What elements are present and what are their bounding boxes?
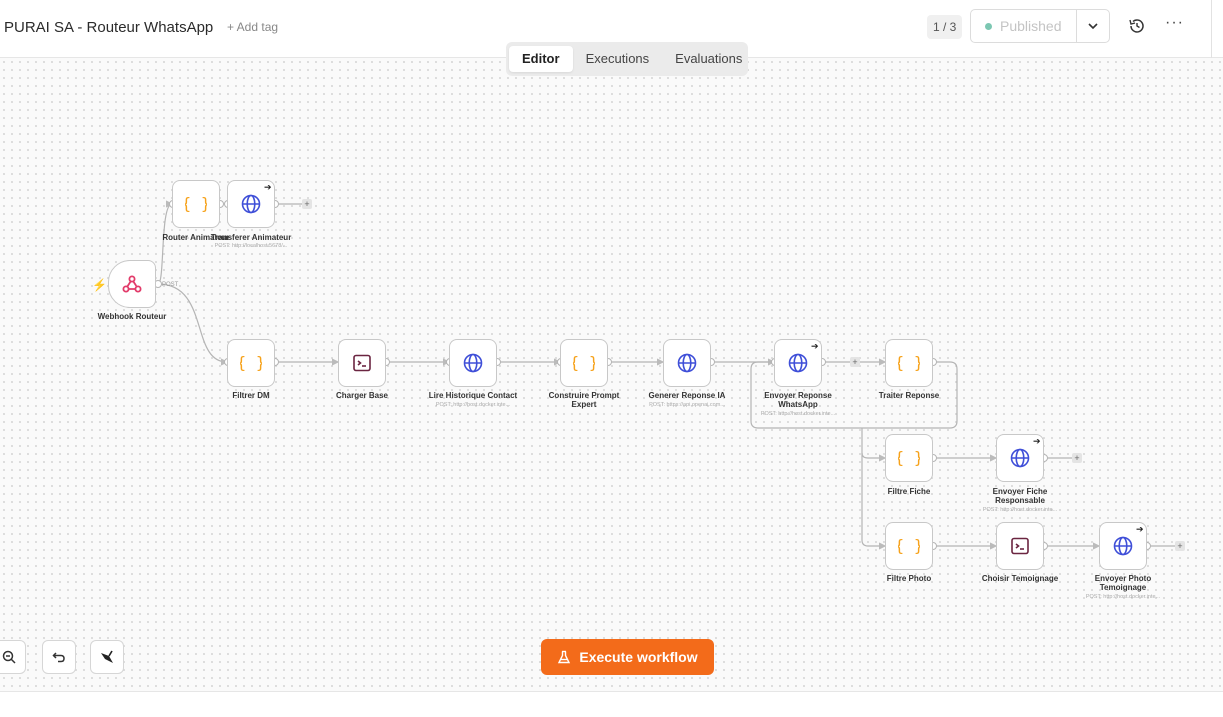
node-label: Envoyer Reponse WhatsApp bbox=[764, 391, 832, 409]
node-subtitle: POST: http://host.docker.inte... bbox=[435, 402, 511, 408]
code-braces-icon: { } bbox=[898, 353, 920, 372]
node-construire-prompt-expert[interactable]: { } bbox=[560, 339, 608, 387]
node-label: Filtre Fiche bbox=[887, 487, 931, 496]
zoom-out-icon bbox=[2, 650, 16, 664]
node-label: Envoyer Fiche Responsable bbox=[992, 487, 1048, 505]
node-webhook-routeur[interactable] bbox=[108, 260, 156, 308]
node-traiter-reponse[interactable]: { } bbox=[885, 339, 933, 387]
node-subtitle: POST: http://host.docker.inte... bbox=[982, 507, 1058, 513]
terminal-icon bbox=[353, 354, 371, 372]
code-braces-icon: { } bbox=[573, 353, 595, 372]
wire-branch-fiche bbox=[861, 452, 887, 462]
node-subtitle: POST: https://api.openai.com... bbox=[649, 402, 725, 408]
send-arrow-icon: ➔ bbox=[264, 182, 272, 192]
svg-text:{ }: { } bbox=[898, 448, 920, 467]
connection-wires: + + + + bbox=[154, 199, 1185, 551]
tab-evaluations[interactable]: Evaluations bbox=[662, 46, 755, 72]
node-subtitle: POST: http://host.docker.inte... bbox=[1085, 594, 1161, 600]
send-arrow-icon: ➔ bbox=[811, 341, 819, 351]
flask-icon bbox=[558, 650, 571, 664]
tab-editor[interactable]: Editor bbox=[509, 46, 573, 72]
tidy-broom-icon bbox=[101, 650, 113, 663]
tidy-up-button[interactable] bbox=[90, 640, 124, 674]
node-label: Generer Reponse IA bbox=[648, 391, 726, 400]
node-charger-base[interactable] bbox=[338, 339, 386, 387]
node-generer-reponse-ia[interactable] bbox=[663, 339, 711, 387]
plus-icon: + bbox=[1074, 453, 1079, 463]
terminal-icon bbox=[1011, 537, 1029, 555]
tab-executions[interactable]: Executions bbox=[573, 46, 663, 72]
node-label: Construire Prompt Expert bbox=[548, 391, 620, 409]
execute-label: Execute workflow bbox=[579, 649, 698, 665]
plus-icon: + bbox=[852, 357, 857, 367]
code-braces-icon: { } bbox=[240, 353, 262, 372]
svg-text:{ }: { } bbox=[573, 353, 595, 372]
node-lire-historique-contact[interactable] bbox=[449, 339, 497, 387]
globe-icon bbox=[463, 353, 483, 373]
node-label: Filtre Photo bbox=[886, 574, 932, 583]
node-label: Filtrer DM bbox=[232, 391, 270, 400]
node-label: Webhook Routeur bbox=[97, 312, 167, 321]
svg-text:{ }: { } bbox=[185, 194, 207, 213]
code-braces-icon: { } bbox=[898, 536, 920, 555]
globe-icon bbox=[1010, 448, 1030, 468]
svg-text:{ }: { } bbox=[898, 536, 920, 555]
code-braces-icon: { } bbox=[185, 194, 207, 213]
svg-text:{ }: { } bbox=[240, 353, 262, 372]
wire-webhook-router bbox=[157, 200, 174, 285]
node-label: Charger Base bbox=[335, 391, 389, 400]
globe-icon bbox=[677, 353, 697, 373]
trigger-bolt-icon: ⚡ bbox=[92, 278, 107, 292]
plus-icon: + bbox=[1177, 541, 1182, 551]
undo-button[interactable] bbox=[42, 640, 76, 674]
zoom-out-button[interactable] bbox=[0, 640, 26, 674]
globe-icon bbox=[788, 353, 808, 373]
undo-icon bbox=[52, 652, 65, 663]
code-braces-icon: { } bbox=[898, 448, 920, 467]
node-label: Envoyer Photo Temoignage bbox=[1094, 574, 1152, 592]
node-label: Transferer Animateur bbox=[210, 233, 292, 242]
execute-workflow-button[interactable]: Execute workflow bbox=[541, 639, 714, 675]
node-label: Choisir Temoignage bbox=[981, 574, 1059, 583]
node-label: Lire Historique Contact bbox=[428, 391, 518, 400]
node-label: Traiter Reponse bbox=[878, 391, 940, 400]
view-tabs: Editor Executions Evaluations bbox=[506, 42, 748, 76]
node-filtre-photo[interactable]: { } bbox=[885, 522, 933, 570]
node-subtitle: POST: http://host.docker.inte... bbox=[760, 411, 836, 417]
send-arrow-icon: ➔ bbox=[1033, 436, 1041, 446]
svg-text:{ }: { } bbox=[898, 353, 920, 372]
send-arrow-icon: ➔ bbox=[1136, 524, 1144, 534]
node-router-animateur[interactable]: { } bbox=[172, 180, 220, 228]
node-filtrer-dm[interactable]: { } bbox=[227, 339, 275, 387]
webhook-icon bbox=[122, 275, 142, 293]
plus-icon: + bbox=[304, 199, 309, 209]
node-filtre-fiche[interactable]: { } bbox=[885, 434, 933, 482]
globe-icon bbox=[1113, 536, 1133, 556]
node-choisir-temoignage[interactable] bbox=[996, 522, 1044, 570]
webhook-port-label: POST bbox=[162, 282, 179, 288]
wire-webhook-filtrer bbox=[157, 283, 229, 366]
globe-icon bbox=[241, 194, 261, 214]
node-subtitle: POST: http://localhost:5678/... bbox=[214, 243, 288, 249]
